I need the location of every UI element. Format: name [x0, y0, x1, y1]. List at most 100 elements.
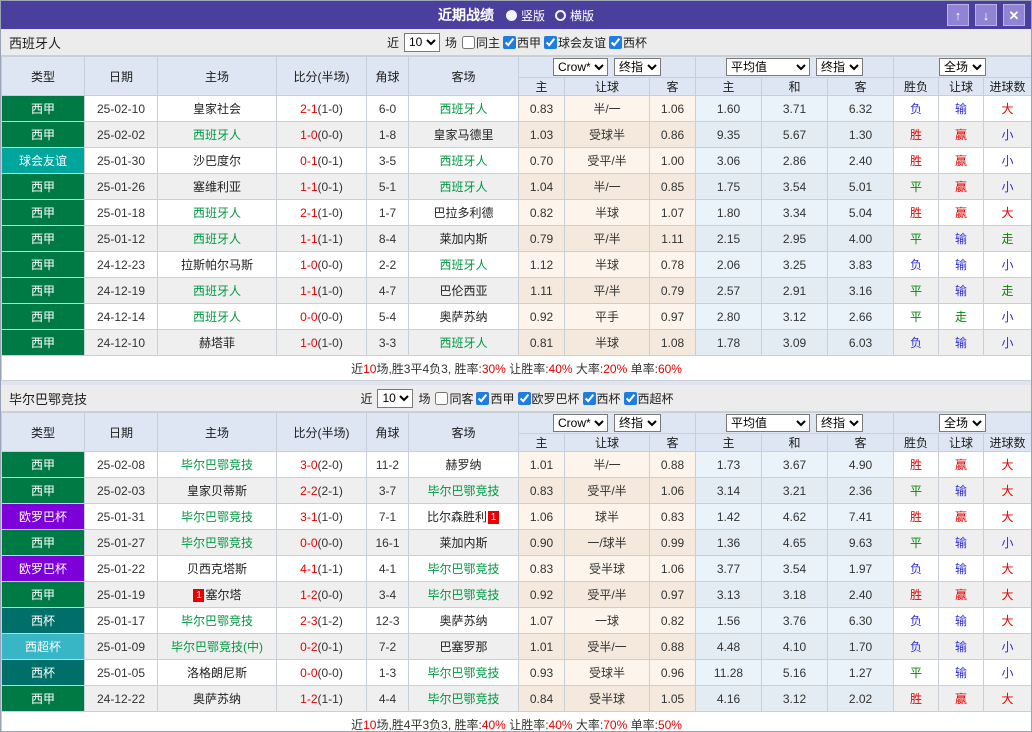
asia-odds: 1.04 — [519, 174, 565, 200]
competition-badge: 西超杯 — [2, 634, 85, 660]
average-select[interactable]: 平均值 — [726, 58, 810, 76]
winlose-result: 胜 — [894, 148, 939, 174]
asia-odds: 1.06 — [650, 96, 696, 122]
avg-odds: 3.25 — [762, 252, 828, 278]
competition-badge: 西甲 — [2, 686, 85, 712]
corner-count: 1-7 — [367, 200, 409, 226]
col-asia-home: 主 — [519, 78, 565, 96]
league-checkbox-input[interactable] — [476, 392, 489, 405]
layout-radio-option[interactable]: 横版 — [555, 7, 594, 24]
col-away: 客场 — [409, 57, 519, 96]
competition-badge: 西甲 — [2, 330, 85, 356]
match-row: 西甲25-02-03皇家贝蒂斯2-2(2-1)3-7毕尔巴鄂竞技0.83受平/半… — [2, 478, 1032, 504]
competition-badge: 西甲 — [2, 530, 85, 556]
average-select[interactable]: 平均值 — [726, 414, 810, 432]
handicap-line: 半/一 — [565, 96, 650, 122]
move-down-button[interactable]: ↓ — [975, 4, 997, 26]
avg-odds: 3.67 — [762, 452, 828, 478]
col-away: 客场 — [409, 413, 519, 452]
avg-odds: 3.21 — [762, 478, 828, 504]
scope-select[interactable]: 全场 — [939, 414, 986, 432]
away-team: 莱加内斯 — [409, 226, 519, 252]
avg-stage-select[interactable]: 终指 — [816, 58, 863, 76]
col-date: 日期 — [85, 413, 158, 452]
col-corner: 角球 — [367, 57, 409, 96]
league-checkbox[interactable]: 西杯 — [583, 390, 621, 407]
league-checkbox-input[interactable] — [544, 36, 557, 49]
asia-odds: 1.06 — [519, 504, 565, 530]
league-checkbox[interactable]: 欧罗巴杯 — [518, 390, 580, 407]
avg-odds: 3.16 — [828, 278, 894, 304]
winlose-result: 负 — [894, 608, 939, 634]
corner-count: 4-1 — [367, 556, 409, 582]
home-team: 洛格朗尼斯 — [158, 660, 277, 686]
odds-stage-select[interactable]: 终指 — [614, 58, 661, 76]
asia-odds: 0.83 — [519, 556, 565, 582]
col-date: 日期 — [85, 57, 158, 96]
recent-count-select[interactable]: 10 — [377, 389, 413, 408]
league-checkbox-input[interactable] — [503, 36, 516, 49]
layout-radio-group: 竖版 横版 — [506, 7, 594, 24]
handicap-line: 受平/半 — [565, 582, 650, 608]
handicap-line: 半球 — [565, 252, 650, 278]
asia-odds: 0.85 — [650, 174, 696, 200]
league-checkbox[interactable]: 西甲 — [503, 34, 541, 51]
score-cell: 1-0(0-0) — [277, 252, 367, 278]
match-row: 西甲24-12-22奥萨苏纳1-2(1-1)4-4毕尔巴鄂竞技0.84受半球1.… — [2, 686, 1032, 712]
winlose-result: 负 — [894, 556, 939, 582]
radio-label: 横版 — [570, 7, 594, 24]
avg-odds: 2.66 — [828, 304, 894, 330]
avg-odds: 1.60 — [696, 96, 762, 122]
layout-radio-selected[interactable]: 竖版 — [506, 7, 545, 24]
handicap-result: 赢 — [939, 174, 984, 200]
same-venue-checkbox-input[interactable] — [435, 392, 448, 405]
league-checkbox[interactable]: 西甲 — [476, 390, 514, 407]
handicap-result: 输 — [939, 634, 984, 660]
same-venue-checkbox-label: 同客 — [449, 390, 473, 407]
col-handicap: 让球 — [565, 78, 650, 96]
winlose-result: 胜 — [894, 582, 939, 608]
bookmaker-select[interactable]: Crow* — [553, 58, 608, 76]
asia-odds: 0.81 — [519, 330, 565, 356]
col-goals: 进球数 — [984, 78, 1032, 96]
league-checkbox[interactable]: 西超杯 — [624, 390, 674, 407]
competition-badge: 欧罗巴杯 — [2, 504, 85, 530]
league-checkbox-label: 欧罗巴杯 — [532, 390, 580, 407]
handicap-line: 半球 — [565, 200, 650, 226]
competition-badge: 西甲 — [2, 452, 85, 478]
scope-select[interactable]: 全场 — [939, 58, 986, 76]
recent-count-select[interactable]: 10 — [404, 33, 440, 52]
move-up-button[interactable]: ↑ — [947, 4, 969, 26]
home-team: 西班牙人 — [158, 278, 277, 304]
league-checkbox[interactable]: 西杯 — [609, 34, 647, 51]
corner-count: 16-1 — [367, 530, 409, 556]
filter-controls: 近10场同主西甲球会友谊西杯 — [385, 33, 647, 52]
avg-odds: 4.00 — [828, 226, 894, 252]
avg-stage-select[interactable]: 终指 — [816, 414, 863, 432]
close-button[interactable]: ✕ — [1003, 4, 1025, 26]
bookmaker-select[interactable]: Crow* — [553, 414, 608, 432]
league-checkbox-input[interactable] — [624, 392, 637, 405]
league-checkbox-input[interactable] — [583, 392, 596, 405]
away-team: 奥萨苏纳 — [409, 608, 519, 634]
same-venue-checkbox[interactable]: 同客 — [435, 390, 473, 407]
col-type: 类型 — [2, 57, 85, 96]
avg-odds: 3.06 — [696, 148, 762, 174]
panel-title: 近期战绩 — [438, 5, 494, 25]
col-avg-away: 客 — [828, 78, 894, 96]
handicap-result: 输 — [939, 252, 984, 278]
same-venue-checkbox-input[interactable] — [462, 36, 475, 49]
winlose-result: 平 — [894, 478, 939, 504]
handicap-line: 受半球 — [565, 686, 650, 712]
league-checkbox-input[interactable] — [518, 392, 531, 405]
recent-label: 近 — [387, 34, 399, 51]
asia-odds: 0.97 — [650, 304, 696, 330]
odds-stage-select[interactable]: 终指 — [614, 414, 661, 432]
radio-icon — [506, 10, 517, 21]
league-checkbox-input[interactable] — [609, 36, 622, 49]
same-venue-checkbox[interactable]: 同主 — [462, 34, 500, 51]
avg-odds: 7.41 — [828, 504, 894, 530]
match-date: 25-01-22 — [85, 556, 158, 582]
home-team: 毕尔巴鄂竞技 — [158, 504, 277, 530]
league-checkbox[interactable]: 球会友谊 — [544, 34, 606, 51]
